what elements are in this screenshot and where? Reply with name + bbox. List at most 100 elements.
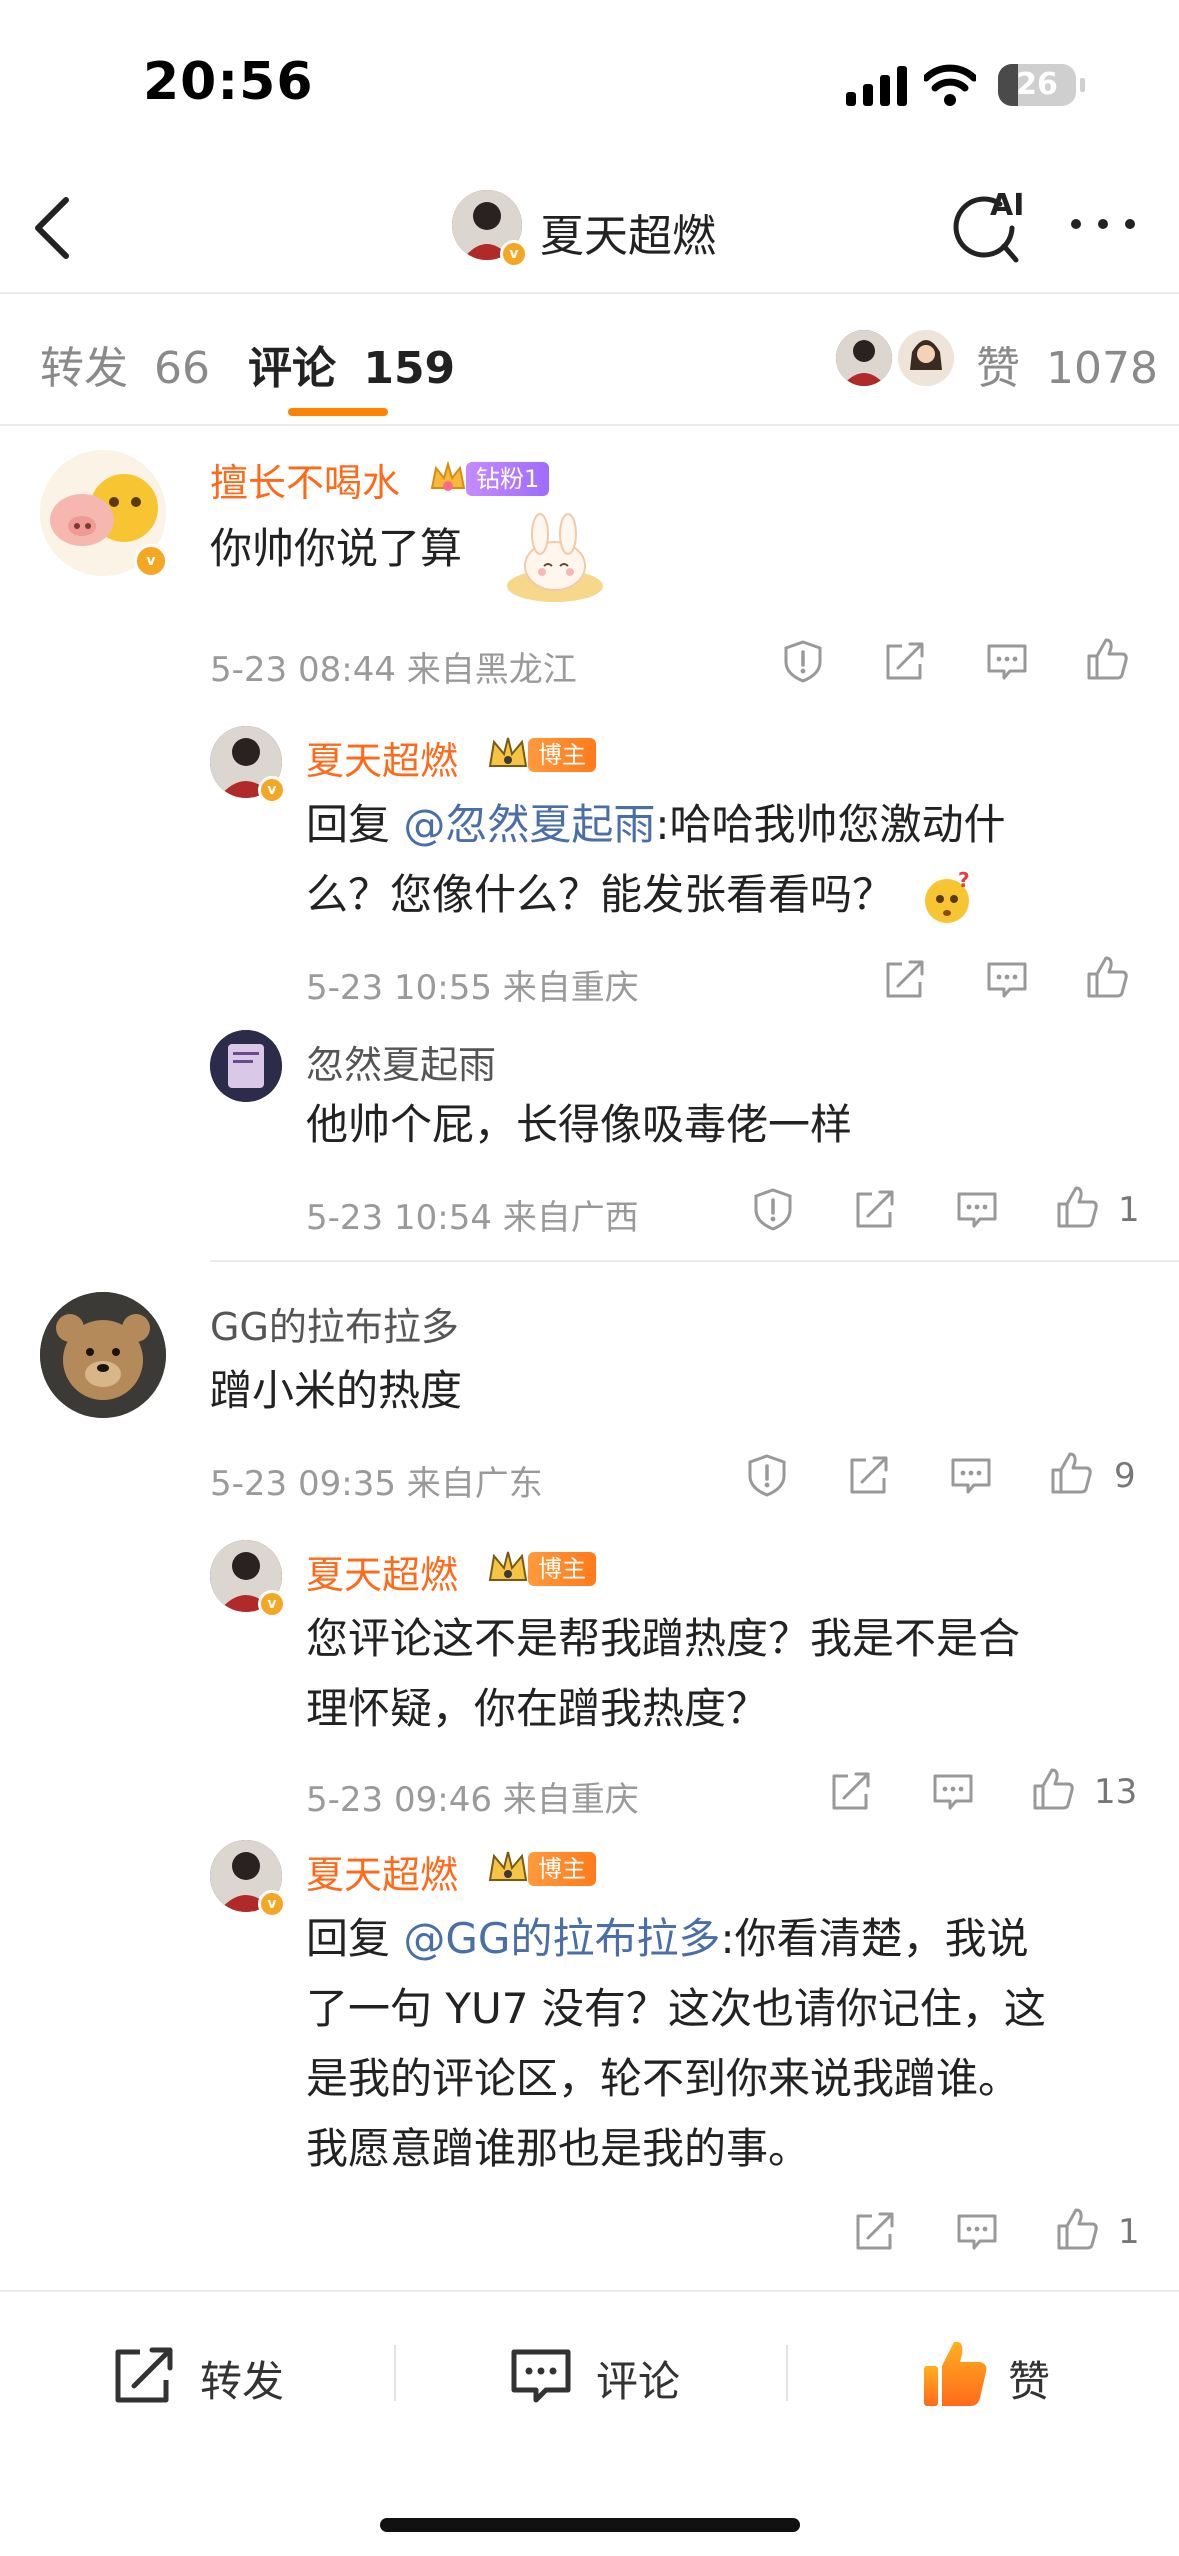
fan-level-badge: 钻粉1 bbox=[466, 462, 550, 496]
report-icon[interactable] bbox=[750, 1186, 796, 1232]
reply-meta: 5-23 09:46 来自重庆 bbox=[306, 1780, 639, 1820]
reply-author-name[interactable]: 忽然夏起雨 bbox=[306, 1034, 496, 1089]
home-indicator bbox=[380, 2518, 800, 2532]
reply-text: 回复 @GG的拉布拉多:你看清楚，我说 bbox=[306, 1904, 1029, 1974]
like-count: 1 bbox=[1118, 1190, 1140, 1230]
like-icon[interactable] bbox=[1084, 636, 1130, 682]
like-icon[interactable] bbox=[1030, 1766, 1076, 1812]
signal-icon bbox=[846, 66, 908, 106]
comment-text: 蹭小米的热度 bbox=[210, 1366, 463, 1415]
tab-comment-label: 评论 bbox=[248, 343, 336, 394]
bottom-like-label: 赞 bbox=[1008, 2357, 1051, 2406]
report-icon[interactable] bbox=[780, 638, 826, 684]
like-filled-icon bbox=[920, 2336, 990, 2410]
reply-icon[interactable] bbox=[984, 638, 1030, 684]
back-button[interactable] bbox=[30, 196, 74, 260]
like-icon[interactable] bbox=[1084, 954, 1130, 1000]
blogger-badge: 博主 bbox=[528, 1552, 596, 1586]
share-icon[interactable] bbox=[846, 1452, 892, 1498]
bottom-like-button[interactable]: 赞 bbox=[920, 2336, 1120, 2412]
reply-text-line: 我愿意蹭谁那也是我的事。 bbox=[306, 2124, 811, 2173]
reply-text-line: :你看清楚，我说 bbox=[720, 1914, 1029, 1963]
comment-meta: 5-23 09:35 来自广东 bbox=[210, 1464, 543, 1504]
like-count: 9 bbox=[1114, 1456, 1136, 1496]
reply-icon[interactable] bbox=[984, 956, 1030, 1002]
reply-author-name[interactable]: 夏天超燃 bbox=[306, 730, 458, 785]
share-icon[interactable] bbox=[828, 1768, 874, 1814]
share-icon[interactable] bbox=[852, 1186, 898, 1232]
reply-prefix: 回复 bbox=[306, 1914, 404, 1963]
wifi-icon bbox=[922, 64, 978, 106]
reply-author-name[interactable]: 夏天超燃 bbox=[306, 1544, 458, 1599]
verified-badge-icon: v bbox=[258, 776, 286, 804]
status-time: 20:56 bbox=[143, 52, 314, 112]
battery-percent: 26 bbox=[1016, 67, 1058, 102]
share-icon bbox=[110, 2342, 178, 2408]
battery-icon: 26 bbox=[998, 64, 1076, 106]
ai-label: AI bbox=[990, 188, 1025, 223]
reply-text: 回复 @忽然夏起雨:哈哈我帅您激动什 bbox=[306, 790, 1006, 860]
like-count: 1 bbox=[1118, 2212, 1140, 2252]
blogger-badge: 博主 bbox=[528, 738, 596, 772]
reply-author-name[interactable]: 夏天超燃 bbox=[306, 1844, 458, 1899]
liker-avatar-2[interactable] bbox=[898, 330, 954, 386]
fan-crown-icon bbox=[428, 458, 468, 498]
reply-prefix: 回复 bbox=[306, 800, 404, 849]
tab-like-count: 1078 bbox=[1046, 343, 1158, 394]
mention-link[interactable]: @忽然夏起雨 bbox=[403, 800, 655, 849]
reply-icon[interactable] bbox=[948, 1452, 994, 1498]
verified-badge-icon: v bbox=[500, 240, 528, 268]
like-icon[interactable] bbox=[1054, 1184, 1100, 1230]
bottom-bar-divider bbox=[0, 2290, 1179, 2292]
bottom-comment-button[interactable]: 评论 bbox=[508, 2340, 728, 2410]
tab-repost[interactable]: 转发 66 bbox=[40, 332, 210, 396]
avatar[interactable] bbox=[40, 1292, 166, 1418]
commenter-name[interactable]: 擅长不喝水 bbox=[210, 452, 400, 507]
reply-icon[interactable] bbox=[930, 1768, 976, 1814]
reply-text-line: :哈哈我帅您激动什 bbox=[655, 800, 1006, 849]
header-title: 夏天超燃 bbox=[540, 211, 716, 262]
tab-repost-label: 转发 bbox=[40, 343, 128, 394]
reply-text-line: 理怀疑，你在蹭我热度？ bbox=[306, 1684, 769, 1733]
tabs-divider bbox=[0, 424, 1179, 426]
tab-comment[interactable]: 评论 159 bbox=[248, 332, 455, 396]
reply-text-line: 么？您像什么？能发张看看吗？ ? bbox=[306, 860, 974, 930]
like-icon[interactable] bbox=[1054, 2206, 1100, 2252]
tab-repost-count: 66 bbox=[154, 343, 210, 394]
bottom-separator bbox=[786, 2345, 788, 2401]
battery-nub bbox=[1080, 78, 1085, 92]
reply-avatar[interactable] bbox=[210, 1030, 282, 1102]
share-icon[interactable] bbox=[882, 638, 928, 684]
reply-text-line: 了一句 YU7 没有？这次也请你记住，这 bbox=[306, 1984, 1046, 2033]
header-divider bbox=[0, 292, 1179, 294]
reply-meta: 5-23 10:55 来自重庆 bbox=[306, 968, 639, 1008]
comment-meta: 5-23 08:44 来自黑龙江 bbox=[210, 650, 577, 690]
liker-avatar-1[interactable] bbox=[836, 330, 892, 386]
tab-like-label: 赞 bbox=[976, 343, 1020, 394]
bottom-repost-label: 转发 bbox=[200, 2357, 285, 2406]
reply-text-line: 您评论这不是帮我蹭热度？我是不是合 bbox=[306, 1614, 1021, 1663]
bottom-repost-button[interactable]: 转发 bbox=[110, 2340, 330, 2410]
report-icon[interactable] bbox=[744, 1452, 790, 1498]
reply-icon[interactable] bbox=[954, 1186, 1000, 1232]
reply-icon[interactable] bbox=[954, 2208, 1000, 2254]
bottom-separator bbox=[394, 2345, 396, 2401]
verified-badge-icon: v bbox=[134, 544, 168, 578]
bottom-comment-label: 评论 bbox=[596, 2357, 681, 2406]
share-icon[interactable] bbox=[852, 2208, 898, 2254]
commenter-name[interactable]: GG的拉布拉多 bbox=[210, 1296, 459, 1351]
like-icon[interactable] bbox=[1048, 1450, 1094, 1496]
reply-meta: 5-23 10:54 来自广西 bbox=[306, 1198, 639, 1238]
comment-text: 你帅你说了算 bbox=[210, 524, 463, 573]
verified-badge-icon: v bbox=[258, 1590, 286, 1618]
reply-text-line: 是我的评论区，轮不到你来说我蹭谁。 bbox=[306, 2054, 1021, 2103]
reply-text: 他帅个屁，长得像吸毒佬一样 bbox=[306, 1100, 853, 1149]
share-icon[interactable] bbox=[882, 956, 928, 1002]
blogger-badge: 博主 bbox=[528, 1852, 596, 1886]
tab-like[interactable]: 赞 1078 bbox=[976, 332, 1158, 396]
mention-link[interactable]: @GG的拉布拉多 bbox=[403, 1914, 720, 1963]
crown-icon bbox=[486, 1548, 530, 1588]
more-options-icon[interactable] bbox=[1068, 214, 1138, 234]
verified-badge-icon: v bbox=[258, 1890, 286, 1918]
comment-divider bbox=[210, 1260, 1179, 1262]
